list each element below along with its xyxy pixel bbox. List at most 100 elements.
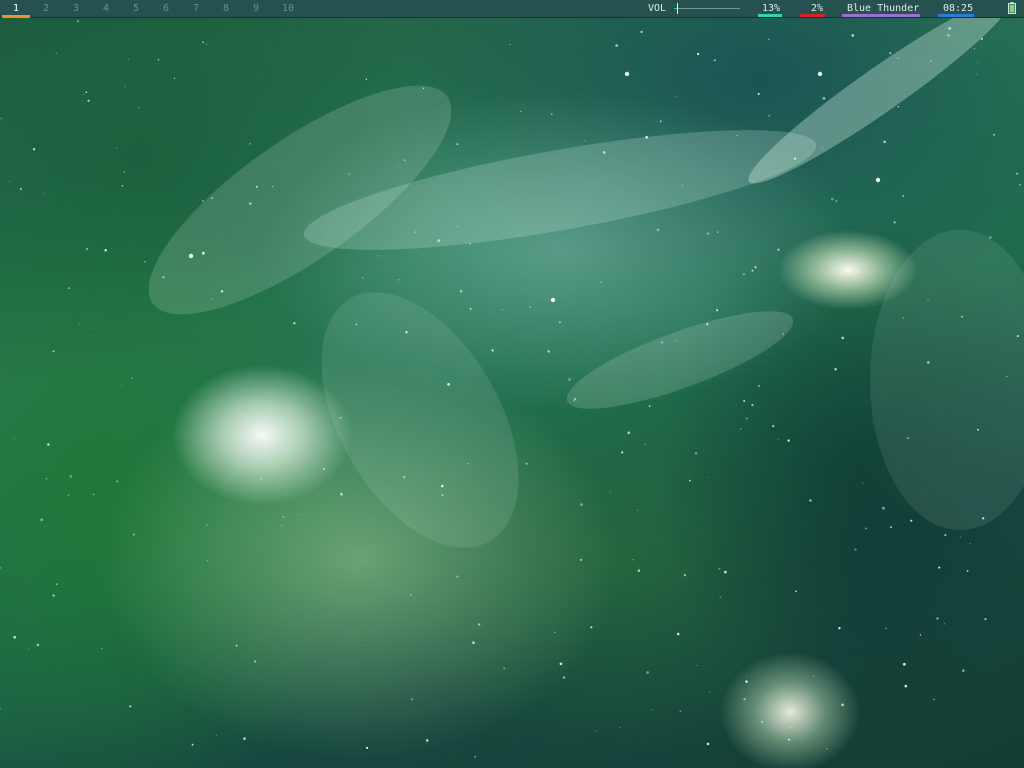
star bbox=[743, 399, 746, 402]
star bbox=[129, 705, 132, 708]
star bbox=[120, 385, 122, 387]
star bbox=[637, 509, 639, 511]
star bbox=[425, 739, 429, 742]
star bbox=[602, 151, 606, 154]
workspace-5[interactable]: 5 bbox=[122, 1, 150, 16]
star bbox=[101, 647, 103, 650]
nebula-starfield bbox=[0, 0, 1024, 758]
star bbox=[621, 451, 624, 454]
star bbox=[410, 594, 412, 596]
workspace-6[interactable]: 6 bbox=[152, 1, 180, 16]
workspace-4[interactable]: 4 bbox=[92, 1, 120, 16]
star bbox=[982, 517, 985, 520]
star bbox=[645, 135, 648, 139]
star bbox=[961, 669, 965, 672]
star bbox=[355, 323, 358, 326]
battery-icon[interactable] bbox=[1008, 2, 1016, 14]
star bbox=[777, 248, 780, 251]
nebula-wisp bbox=[870, 230, 1024, 530]
star bbox=[644, 443, 647, 446]
star bbox=[679, 710, 682, 713]
star bbox=[447, 382, 450, 386]
star bbox=[948, 27, 952, 30]
workspace-7[interactable]: 7 bbox=[182, 1, 210, 16]
star bbox=[469, 307, 472, 310]
star bbox=[676, 632, 680, 636]
star bbox=[757, 92, 760, 96]
star bbox=[520, 110, 522, 113]
workspace-10[interactable]: 10 bbox=[274, 1, 302, 16]
star bbox=[365, 746, 369, 750]
star bbox=[742, 273, 746, 276]
theme-name-underline bbox=[842, 14, 920, 17]
star bbox=[977, 428, 979, 431]
star bbox=[851, 34, 855, 37]
star bbox=[14, 438, 16, 440]
star bbox=[437, 239, 441, 242]
star bbox=[52, 350, 55, 353]
star bbox=[646, 671, 649, 674]
volume-slider-track[interactable] bbox=[674, 8, 740, 9]
star bbox=[403, 159, 406, 162]
star bbox=[834, 368, 837, 371]
volume-label: VOL bbox=[648, 3, 667, 14]
star bbox=[1019, 183, 1022, 186]
star bbox=[772, 425, 775, 428]
star bbox=[579, 558, 583, 561]
star bbox=[813, 675, 815, 677]
star bbox=[973, 48, 975, 50]
star bbox=[708, 477, 709, 479]
star bbox=[906, 437, 908, 439]
star bbox=[478, 623, 481, 626]
star bbox=[79, 323, 81, 325]
star bbox=[897, 57, 899, 60]
top-status-bar: 1 2 3 4 5 6 7 8 9 10 VOL 13% 2% Blue Thu… bbox=[0, 0, 1024, 18]
star bbox=[716, 231, 719, 233]
star bbox=[469, 242, 471, 245]
clock-underline bbox=[938, 14, 974, 17]
star bbox=[793, 157, 797, 161]
star bbox=[422, 87, 425, 89]
star bbox=[745, 680, 748, 683]
workspace-3[interactable]: 3 bbox=[62, 1, 90, 16]
star bbox=[856, 267, 858, 270]
star bbox=[902, 195, 905, 197]
star bbox=[441, 494, 444, 496]
star bbox=[474, 755, 477, 758]
star bbox=[740, 428, 742, 430]
star bbox=[403, 475, 406, 479]
star bbox=[1006, 375, 1008, 378]
star bbox=[600, 281, 602, 283]
star bbox=[121, 185, 124, 187]
star bbox=[821, 147, 823, 149]
star bbox=[13, 635, 17, 639]
star bbox=[632, 559, 634, 561]
star bbox=[422, 254, 424, 256]
workspace-2[interactable]: 2 bbox=[32, 1, 60, 16]
star bbox=[795, 590, 797, 593]
workspace-1[interactable]: 1 bbox=[2, 1, 30, 18]
star bbox=[594, 730, 597, 733]
star bbox=[656, 228, 660, 232]
star bbox=[339, 416, 342, 419]
workspace-8[interactable]: 8 bbox=[212, 1, 240, 16]
star bbox=[81, 100, 83, 102]
star bbox=[933, 698, 935, 701]
star bbox=[86, 247, 89, 250]
star bbox=[83, 94, 85, 96]
star bbox=[0, 567, 2, 569]
star bbox=[777, 438, 779, 440]
star bbox=[746, 417, 748, 420]
star bbox=[826, 748, 828, 750]
star bbox=[761, 720, 764, 723]
star bbox=[830, 197, 834, 201]
star bbox=[768, 38, 770, 41]
star bbox=[201, 200, 204, 202]
star bbox=[757, 384, 760, 388]
workspace-9[interactable]: 9 bbox=[242, 1, 270, 16]
star bbox=[659, 120, 662, 123]
star bbox=[550, 113, 553, 116]
star bbox=[902, 317, 905, 319]
volume-slider-handle[interactable] bbox=[677, 3, 678, 14]
star bbox=[787, 738, 791, 741]
